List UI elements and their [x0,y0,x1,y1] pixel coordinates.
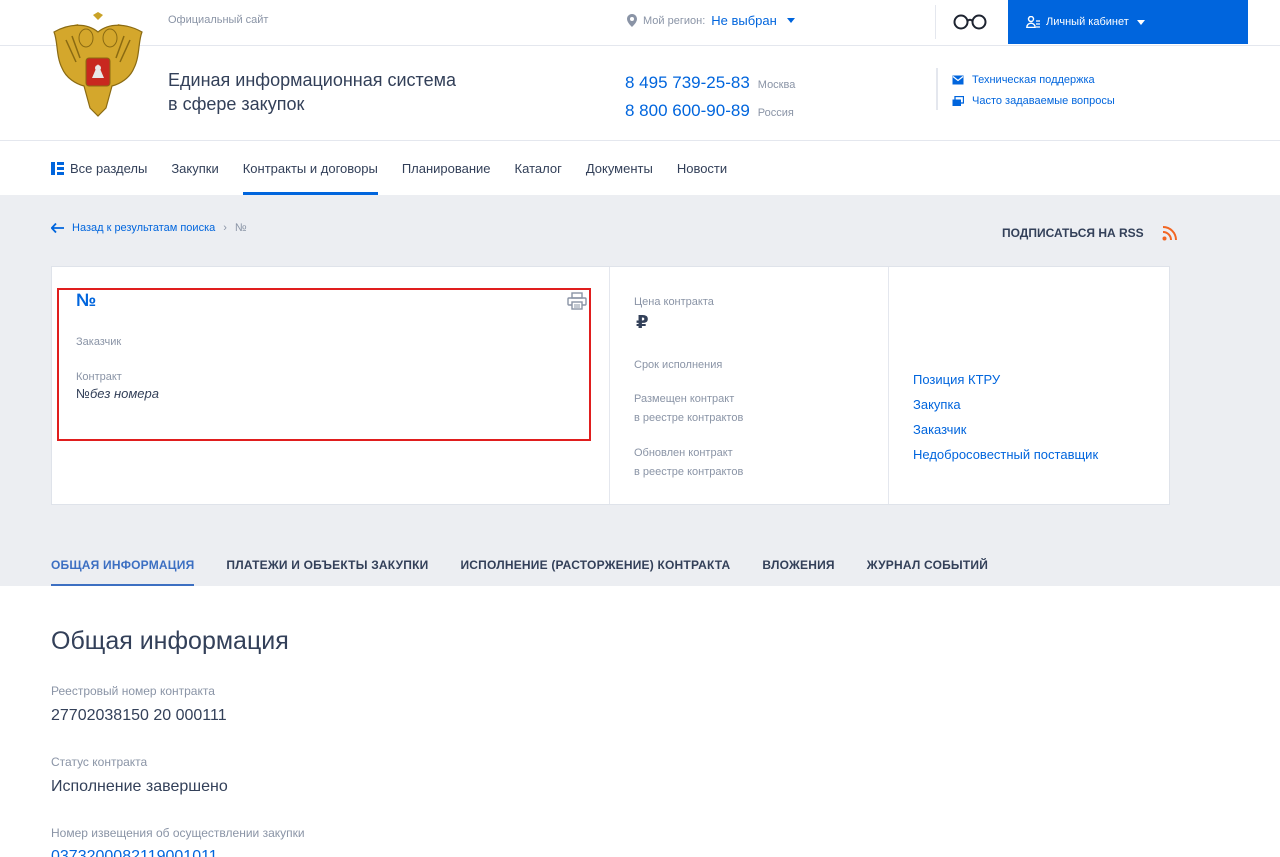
phone-number[interactable]: 8 495 739-25-83 [625,73,750,93]
nav-planning[interactable]: Планирование [402,141,491,195]
site-title[interactable]: Единая информационная система в сфере за… [168,68,456,116]
region-value[interactable]: Не выбран [711,13,777,28]
faq-label: Часто задаваемые вопросы [972,95,1115,107]
chat-icon [952,95,964,106]
arrow-left-icon[interactable] [51,223,64,233]
notice-number-label: Номер извещения об осуществлении закупки [51,826,305,840]
tab-payments[interactable]: ПЛАТЕЖИ И ОБЪЕКТЫ ЗАКУПКИ [226,544,428,586]
placed-label-line1: Размещен контракт [634,393,735,405]
phone-moscow[interactable]: 8 495 739-25-83 Москва [625,73,795,93]
user-icon [1026,16,1040,28]
contract-prefix: № [76,386,90,401]
placed-label-line2: в реестре контрактов [634,412,744,424]
nav-contracts[interactable]: Контракты и договоры [242,141,378,195]
updated-label-line1: Обновлен контракт [634,447,733,459]
tab-event-log[interactable]: ЖУРНАЛ СОБЫТИЙ [867,544,988,586]
contract-label: Контракт [76,371,122,383]
faq-link[interactable]: Часто задаваемые вопросы [952,95,1115,107]
emblem-icon[interactable] [46,12,150,120]
rss-subscribe-link[interactable]: ПОДПИСАТЬСЯ НА RSS [1002,225,1178,241]
divider [888,267,889,504]
phone-number[interactable]: 8 800 600-90-89 [625,101,750,121]
phone-city: Россия [757,107,794,119]
nav-news[interactable]: Новости [677,141,727,195]
personal-cabinet-button[interactable]: Личный кабинет [1008,0,1248,44]
tech-support-label: Техническая поддержка [972,74,1095,86]
phone-city: Москва [757,79,796,91]
contract-number-title: № [76,290,97,310]
updated-label: Обновлен контракт в реестре контрактов [634,444,743,482]
tab-execution[interactable]: ИСПОЛНЕНИЕ (РАСТОРЖЕНИЕ) КОНТРАКТА [460,544,730,586]
highlight-box [57,288,591,441]
link-customer[interactable]: Заказчик [913,422,1098,437]
printer-icon[interactable] [567,292,587,315]
breadcrumb: Назад к результатам поиска › № [51,222,247,234]
site-title-line2: в сфере закупок [168,94,305,114]
main-nav: Все разделы Закупки Контракты и договоры… [51,141,727,195]
tab-general-info[interactable]: ОБЩАЯ ИНФОРМАЦИЯ [51,544,195,586]
chevron-down-icon [786,18,795,23]
breadcrumb-current: № [234,222,247,234]
sections-icon [51,161,64,175]
status-value: Исполнение завершено [51,778,228,795]
contract-number-value: №без номера [76,386,159,401]
location-pin-icon [627,14,637,27]
personal-cabinet-label: Личный кабинет [1046,16,1129,28]
nav-all-sections[interactable]: Все разделы [51,141,147,195]
nav-label: Все разделы [70,160,148,176]
region-selector[interactable]: Мой регион: Не выбран [627,13,795,28]
contract-tabs: ОБЩАЯ ИНФОРМАЦИЯ ПЛАТЕЖИ И ОБЪЕКТЫ ЗАКУП… [51,544,988,586]
registry-number-label: Реестровый номер контракта [51,684,215,698]
link-unfair-supplier[interactable]: Недобросовестный поставщик [913,447,1098,462]
nav-purchases[interactable]: Закупки [171,141,218,195]
status-label: Статус контракта [51,755,148,769]
nav-catalog[interactable]: Каталог [515,141,562,195]
price-label: Цена контракта [634,296,714,308]
section-title: Общая информация [51,627,289,655]
term-label: Срок исполнения [634,359,723,371]
tech-support-link[interactable]: Техническая поддержка [952,74,1095,86]
official-site-label: Официальный сайт [168,14,269,26]
site-title-line1: Единая информационная система [168,70,456,90]
related-links: Позиция КТРУ Закупка Заказчик Недобросов… [913,372,1098,462]
notice-number-link[interactable]: 0373200082119001011 [51,848,218,857]
rss-label: ПОДПИСАТЬСЯ НА RSS [1002,226,1144,240]
registry-number-value: 27702038150 20 000111 [51,707,227,724]
placed-label: Размещен контракт в реестре контрактов [634,390,743,428]
mail-icon [952,75,964,85]
region-label: Мой регион: [643,14,706,27]
divider [609,267,610,504]
back-to-results-link[interactable]: Назад к результатам поиска [72,222,215,234]
divider [935,5,936,39]
chevron-down-icon [1136,19,1145,25]
updated-label-line2: в реестре контрактов [634,466,744,478]
glasses-icon[interactable] [952,12,988,35]
link-ktru-position[interactable]: Позиция КТРУ [913,372,1098,387]
phone-russia[interactable]: 8 800 600-90-89 Россия [625,101,794,121]
customer-label: Заказчик [76,336,122,348]
link-purchase[interactable]: Закупка [913,397,1098,412]
contract-value: без номера [89,386,159,401]
price-currency: ₽ [636,312,649,332]
breadcrumb-separator: › [223,222,227,234]
nav-documents[interactable]: Документы [586,141,653,195]
rss-icon [1162,226,1177,241]
divider [936,68,938,110]
tab-attachments[interactable]: ВЛОЖЕНИЯ [762,544,834,586]
